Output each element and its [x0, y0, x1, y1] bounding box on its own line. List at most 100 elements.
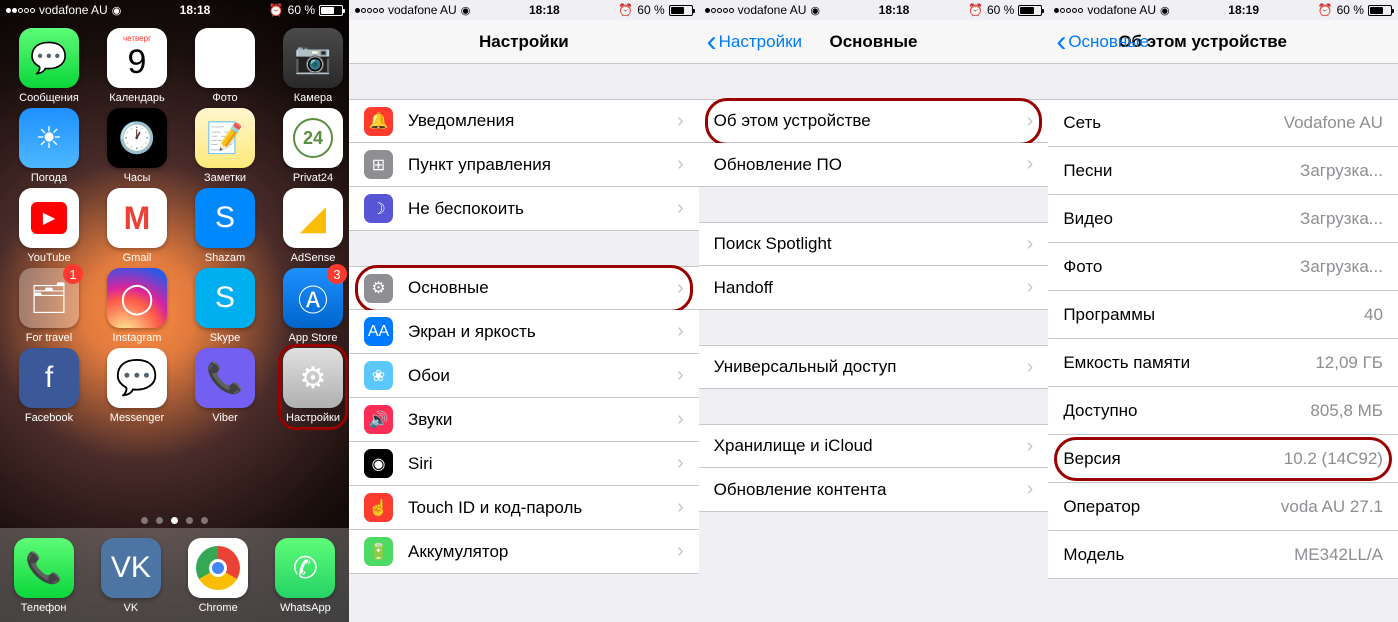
app-label: Настройки — [286, 412, 340, 424]
settings-row-6[interactable]: 🔊Звуки› — [349, 398, 699, 442]
row-value: 12,09 ГБ — [1315, 353, 1383, 373]
general-row-6[interactable]: Обновление контента › — [699, 468, 1049, 512]
app-gmail[interactable]: MGmail — [98, 188, 176, 264]
about-row-0[interactable]: СетьVodafone AU — [1048, 99, 1398, 147]
general-row-5[interactable]: Хранилище и iCloud› — [699, 424, 1049, 468]
back-button[interactable]: Настройки — [707, 27, 802, 57]
app-icon: ☀ — [19, 108, 79, 168]
app-icon: ◯ — [107, 268, 167, 328]
app-календарь[interactable]: четверг9 Календарь — [98, 28, 176, 104]
chevron-icon: › — [1027, 153, 1034, 176]
row-icon: ◉ — [364, 449, 393, 478]
general-row-1[interactable]: Обновление ПО› — [699, 143, 1049, 187]
app-icon: S — [195, 268, 255, 328]
app-заметки[interactable]: 📝Заметки — [186, 108, 264, 184]
app-label: Календарь — [109, 92, 165, 104]
app-камера[interactable]: 📷Камера — [274, 28, 349, 104]
about-row-5[interactable]: Емкость памяти12,09 ГБ — [1048, 339, 1398, 387]
row-label: Обои — [408, 366, 669, 386]
general-row-2[interactable]: Поиск Spotlight› — [699, 222, 1049, 266]
app-label: Facebook — [25, 412, 73, 424]
app-icon — [188, 538, 248, 598]
settings-row-7[interactable]: ◉Siri› — [349, 442, 699, 486]
row-label: Обновление контента — [714, 480, 1019, 500]
app-grid: 💬Сообщения четверг9 Календарь ✿Фото📷Камера ☀… — [0, 20, 349, 424]
app-whatsapp[interactable]: ✆WhatsApp — [266, 538, 344, 614]
app-label: App Store — [289, 332, 338, 344]
back-button[interactable]: Основные — [1056, 27, 1149, 57]
app-label: Камера — [294, 92, 332, 104]
about-row-2[interactable]: ВидеоЗагрузка... — [1048, 195, 1398, 243]
app-messenger[interactable]: 💬Messenger — [98, 348, 176, 424]
app-погода[interactable]: ☀ Погода — [10, 108, 88, 184]
settings-row-1[interactable]: ⊞Пункт управления› — [349, 143, 699, 187]
app-vk[interactable]: VKVK — [92, 538, 170, 614]
app-label: Погода — [31, 172, 67, 184]
chevron-icon: › — [677, 197, 684, 220]
app-privat24[interactable]: 24Privat24 — [274, 108, 349, 184]
row-value: 10.2 (14C92) — [1284, 449, 1383, 469]
settings-row-4[interactable]: AAЭкран и яркость› — [349, 310, 699, 354]
signal-icon — [6, 8, 35, 13]
chevron-icon: › — [1027, 276, 1034, 299]
about-row-1[interactable]: ПесниЗагрузка... — [1048, 147, 1398, 195]
carrier-label: vodafone AU — [39, 3, 108, 17]
app-skype[interactable]: SSkype — [186, 268, 264, 344]
app-for-travel[interactable]: 🗂1For travel — [10, 268, 88, 344]
chevron-icon: › — [677, 320, 684, 343]
app-facebook[interactable]: f Facebook — [10, 348, 88, 424]
app-настройки[interactable]: ⚙Настройки — [274, 348, 349, 424]
chevron-icon: › — [677, 452, 684, 475]
about-list: СетьVodafone AUПесниЗагрузка...ВидеоЗагр… — [1048, 99, 1398, 579]
about-row-8[interactable]: Операторvoda AU 27.1 — [1048, 483, 1398, 531]
app-chrome[interactable]: Chrome — [179, 538, 257, 614]
chevron-icon: › — [1027, 478, 1034, 501]
general-row-3[interactable]: Handoff› — [699, 266, 1049, 310]
row-label: Экран и яркость — [408, 322, 669, 342]
settings-row-9[interactable]: 🔋Аккумулятор› — [349, 530, 699, 574]
chevron-icon: › — [1027, 233, 1034, 256]
settings-row-3[interactable]: ⚙Основные› — [349, 266, 699, 310]
settings-row-0[interactable]: 🔔Уведомления› — [349, 99, 699, 143]
app-youtube[interactable]: ▶YouTube — [10, 188, 88, 264]
app-icon: четверг9 — [107, 28, 167, 88]
app-icon: f — [19, 348, 79, 408]
about-row-7[interactable]: Версия10.2 (14C92) — [1048, 435, 1398, 483]
about-row-6[interactable]: Доступно805,8 МБ — [1048, 387, 1398, 435]
row-icon: ☽ — [364, 194, 393, 223]
row-label: Версия — [1063, 449, 1283, 469]
row-label: Фото — [1063, 257, 1300, 277]
settings-row-5[interactable]: ❀Обои› — [349, 354, 699, 398]
settings-screen: vodafone AU◉ 18:18 ⏰60 % Настройки 🔔Увед… — [349, 0, 699, 622]
about-row-4[interactable]: Программы40 — [1048, 291, 1398, 339]
app-app-store[interactable]: Ⓐ3App Store — [274, 268, 349, 344]
general-row-4[interactable]: Универсальный доступ› — [699, 345, 1049, 389]
app-viber[interactable]: 📞Viber — [186, 348, 264, 424]
app-icon: 💬 — [107, 348, 167, 408]
app-фото[interactable]: ✿Фото — [186, 28, 264, 104]
row-value: Загрузка... — [1300, 209, 1383, 229]
app-label: YouTube — [27, 252, 70, 264]
about-row-9[interactable]: МодельME342LL/A — [1048, 531, 1398, 579]
app-icon: ✿ — [195, 28, 255, 88]
app-часы[interactable]: 🕐Часы — [98, 108, 176, 184]
app-adsense[interactable]: ◢AdSense — [274, 188, 349, 264]
row-label: Не беспокоить — [408, 199, 669, 219]
about-row-3[interactable]: ФотоЗагрузка... — [1048, 243, 1398, 291]
battery-pct: 60 % — [637, 3, 664, 17]
chevron-icon: › — [677, 153, 684, 176]
app-instagram[interactable]: ◯Instagram — [98, 268, 176, 344]
page-indicator[interactable] — [0, 517, 349, 524]
row-label: Универсальный доступ — [714, 357, 1019, 377]
row-label: Программы — [1063, 305, 1364, 325]
app-телефон[interactable]: 📞Телефон — [5, 538, 83, 614]
app-icon: S — [195, 188, 255, 248]
row-icon: 🔋 — [364, 537, 393, 566]
settings-row-2[interactable]: ☽ Не беспокоить › — [349, 187, 699, 231]
app-сообщения[interactable]: 💬Сообщения — [10, 28, 88, 104]
app-shazam[interactable]: SShazam — [186, 188, 264, 264]
general-row-0[interactable]: Об этом устройстве› — [699, 99, 1049, 143]
settings-row-8[interactable]: ☝Touch ID и код-пароль› — [349, 486, 699, 530]
app-icon: 🕐 — [107, 108, 167, 168]
row-value: 40 — [1364, 305, 1383, 325]
